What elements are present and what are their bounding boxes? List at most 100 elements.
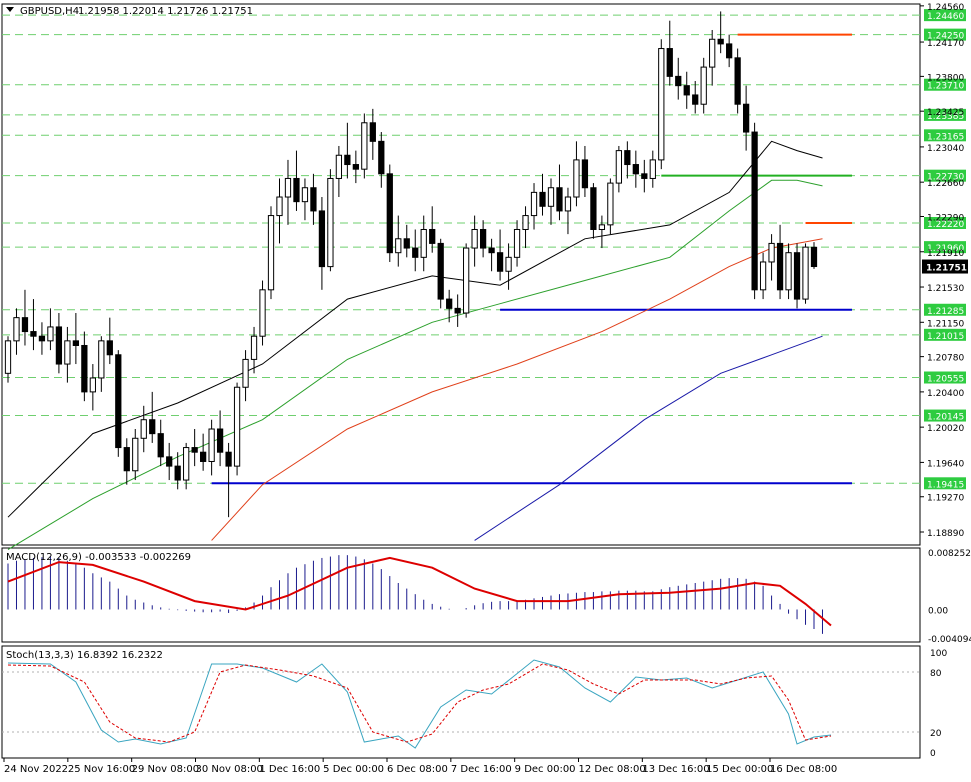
time-label: 25 Nov 16:00 (68, 764, 135, 775)
candle-body (488, 247, 495, 254)
candle-body (632, 164, 639, 175)
level-label: 1.19415 (927, 480, 964, 490)
stoch-axis-label: 20 (930, 729, 942, 739)
time-label: 29 Nov 08:00 (132, 764, 199, 775)
candle-body (598, 224, 606, 230)
candle-body (378, 140, 385, 175)
price-label: 1.20400 (927, 389, 964, 399)
candle-body (700, 66, 707, 105)
candle-body (420, 228, 427, 258)
candle-body (556, 187, 563, 212)
candle-body (361, 122, 368, 170)
time-label: 13 Dec 16:00 (642, 764, 709, 775)
candle-body (233, 386, 241, 467)
stoch-frame (1, 645, 921, 759)
candle-body (429, 228, 436, 244)
candle-body (615, 150, 622, 184)
candle-body (717, 38, 724, 45)
level-label: 1.21015 (927, 332, 964, 342)
time-label: 1 Dec 16:00 (259, 764, 320, 775)
candle-body (149, 419, 156, 435)
candle-body (38, 335, 46, 342)
stoch-panel (2, 659, 920, 749)
candle-body (573, 159, 580, 198)
candle-body (403, 238, 410, 249)
candle-body (352, 164, 359, 170)
candle-body (115, 354, 122, 449)
candle-body (267, 215, 275, 291)
candle-body (81, 344, 88, 393)
ma-blue-line (474, 335, 823, 541)
price-label: 1.22290 (927, 214, 964, 224)
macd-signal-line (7, 556, 832, 627)
candle-body (301, 187, 309, 203)
current-price-label: 1.21751 (926, 264, 967, 274)
candle-body (454, 307, 461, 314)
level-label: 1.24460 (927, 12, 964, 22)
candle-body (658, 48, 665, 161)
time-label: 30 Nov 08:00 (196, 764, 263, 775)
candle-body (30, 331, 37, 337)
candle-body (183, 447, 190, 481)
candle-body (666, 48, 673, 77)
stoch-axis-label: 0 (930, 749, 936, 759)
candle-body (641, 173, 648, 179)
candles (4, 11, 818, 518)
macd-axis-label: -0.004094 (928, 635, 971, 645)
candle-body (564, 196, 572, 212)
time-label: 6 Dec 08:00 (387, 764, 448, 775)
candle-body (810, 246, 818, 268)
candle-body (683, 85, 690, 96)
candle-body (216, 428, 224, 453)
candle-body (166, 456, 173, 467)
candle-body (742, 103, 750, 133)
price-label: 1.21150 (927, 319, 964, 329)
candle-body (793, 252, 801, 300)
price-label: 1.23040 (927, 144, 964, 154)
candle-body (47, 326, 54, 342)
candle-body (624, 150, 631, 166)
time-label: 7 Dec 16:00 (451, 764, 512, 775)
chart-svg: 1.244601.242501.237101.233851.231651.227… (1, 3, 971, 775)
candle-body (106, 340, 113, 356)
candle-body (13, 317, 20, 342)
price-label: 1.19640 (927, 459, 964, 469)
candle-body (259, 289, 266, 337)
candle-body (174, 465, 181, 481)
candle-body (709, 38, 716, 68)
candle-body (446, 298, 453, 309)
candle-body (768, 242, 775, 263)
candle-body (200, 451, 207, 462)
candle-body (539, 191, 546, 207)
price-label: 1.18890 (927, 529, 964, 539)
candle-body (675, 75, 682, 87)
candle-body (140, 419, 147, 439)
candle-body (590, 187, 597, 230)
candle-body (785, 252, 792, 291)
stoch-axis-label: 80 (930, 669, 942, 679)
macd-label: MACD(12,26,9) -0.003533 -0.002269 (6, 552, 191, 563)
candle-body (649, 159, 656, 179)
candle-body (335, 154, 343, 179)
candle-body (242, 358, 249, 388)
ma-red-line (211, 238, 823, 541)
candle-body (4, 340, 12, 374)
stoch-main-line (7, 659, 832, 749)
candle-body (479, 228, 487, 249)
level-label: 1.20555 (927, 375, 964, 385)
macd-axis-label: 0.008252 (928, 549, 971, 559)
price-label: 1.21530 (927, 284, 964, 294)
candle-body (692, 94, 699, 105)
candle-body (412, 247, 419, 258)
candle-body (157, 433, 164, 458)
candle-body (284, 177, 292, 198)
stoch-signal-line (7, 663, 832, 743)
candle-body (607, 182, 614, 226)
candle-body (208, 428, 215, 462)
level-label: 1.21285 (927, 307, 964, 317)
candle-body (293, 177, 300, 203)
symbol-label: GBPUSD,H4 (20, 6, 79, 17)
time-label: 24 Nov 2022 (4, 764, 68, 775)
candle-body (505, 256, 512, 272)
macd-axis-label: 0.00 (928, 606, 948, 616)
